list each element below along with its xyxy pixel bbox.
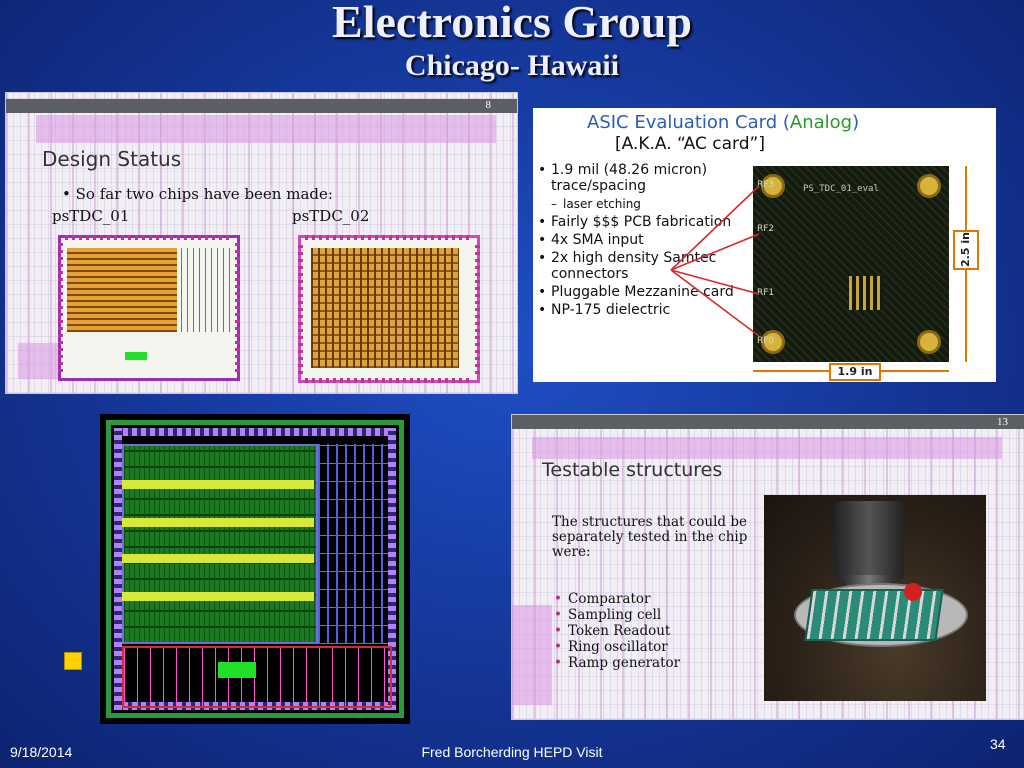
pin-row [65,235,231,240]
chip1-core [67,248,177,332]
routing-area [318,444,388,644]
chip1-routing [181,248,231,332]
array-stripe [122,518,314,527]
footer-center-text: Fred Borcherding HEPD Visit [421,744,603,760]
slide-header-bar [6,99,517,113]
pin-row [298,242,303,374]
sampling-array [122,444,318,644]
microscope-body [834,501,904,581]
slide-header-bar [512,415,1024,429]
array-stripe [122,592,314,601]
array-stripe [122,554,314,563]
design-status-heading: Design Status [42,147,182,171]
page-number: 34 [990,736,1006,752]
pin-row [305,378,471,383]
structure-item: Token Readout [552,623,680,639]
pad-row-top [114,428,396,436]
schematic-band [532,437,1002,459]
testable-slide-number: 13 [997,416,1008,428]
asic-card-panel: ASIC Evaluation Card (Analog) [A.K.A. “A… [533,108,996,382]
chip2-layout [298,235,480,383]
green-block [218,662,256,678]
testable-structures-list: Comparator Sampling cell Token Readout R… [552,591,680,671]
pin-row [58,242,63,372]
peripheral-circuits [122,646,392,708]
schematic-band [36,115,496,143]
test-board [804,589,944,641]
design-status-bullet-text: So far two chips have been made: [75,185,333,203]
pad-row-left [114,428,122,710]
width-dimension: 1.9 in [829,363,881,381]
red-connector [904,583,922,601]
slide-subtitle: Chicago- Hawaii [404,49,620,82]
pin-row [235,242,240,372]
testable-structures-intro: The structures that could be separately … [552,514,748,560]
chip2-core [311,248,459,368]
chip2-label: psTDC_02 [292,207,370,225]
structure-item: Ring oscillator [552,639,680,655]
pin-row [305,235,471,240]
bullet-square-icon [64,652,82,670]
microscope-photo [764,495,986,701]
pin-row [475,242,480,374]
testable-structures-panel: 13 Testable structures The structures th… [511,414,1024,720]
schematic-band [512,605,552,705]
design-status-slide-number: 8 [485,99,492,111]
slide-title: Electronics Group [332,0,692,47]
chip-layout-large [100,414,410,724]
chip1-label: psTDC_01 [52,207,130,225]
structure-item: Sampling cell [552,607,680,623]
arrow-overlay [670,185,760,337]
array-stripe [122,480,314,489]
testable-structures-heading: Testable structures [542,459,723,481]
structure-item: Comparator [552,591,680,607]
chip1-layout [58,235,240,381]
design-status-bullet: • So far two chips have been made: [62,185,333,203]
chip1-green-block [125,352,147,360]
structure-item: Ramp generator [552,655,680,671]
design-status-panel: 8 Design Status • So far two chips have … [5,92,518,394]
height-dimension: 2.5 in [953,230,979,270]
